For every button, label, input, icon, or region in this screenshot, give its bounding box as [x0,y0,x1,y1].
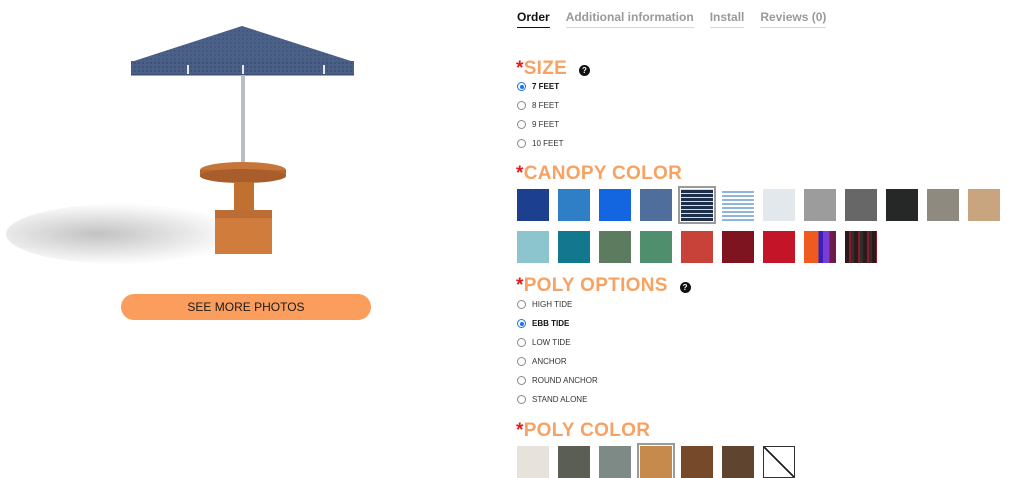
canopy-color-swatch[interactable] [927,189,959,221]
poly-color-swatch[interactable] [637,443,675,478]
help-icon[interactable]: ? [679,282,691,293]
option-label: 7 FEET [532,82,560,91]
size-option-10-feet[interactable]: 10 FEET [517,134,564,153]
canopy-color-swatch[interactable] [722,231,754,263]
option-label: 8 FEET [532,101,560,110]
canopy-color-swatch[interactable] [558,189,590,221]
canopy-color-swatch[interactable] [968,189,1000,221]
option-label: 9 FEET [532,120,560,129]
required-mark: * [516,163,524,184]
poly-color-swatch[interactable] [558,446,590,478]
poly-option-anchor[interactable]: ANCHOR [517,352,598,371]
radio-button[interactable] [517,82,526,91]
option-label: EBB TIDE [532,319,570,328]
canopy-color-swatch[interactable] [804,231,836,263]
size-option-7-feet[interactable]: 7 FEET [517,77,564,96]
radio-button[interactable] [517,395,526,404]
poly-color-swatch[interactable] [599,446,631,478]
required-mark: * [516,275,524,296]
radio-button[interactable] [517,139,526,148]
canopy-color-swatch[interactable] [599,189,631,221]
canopy-color-swatch[interactable] [640,189,672,221]
poly-option-round-anchor[interactable]: ROUND ANCHOR [517,371,598,390]
poly-color-swatch[interactable] [763,446,795,478]
poly-option-low-tide[interactable]: LOW TIDE [517,333,598,352]
canopy-color-swatch[interactable] [517,189,549,221]
poly-color-swatch[interactable] [517,446,549,478]
option-label: HIGH TIDE [532,300,573,309]
canopy-color-swatch[interactable] [517,231,549,263]
radio-button[interactable] [517,376,526,385]
canopy-color-swatch[interactable] [804,189,836,221]
option-label: ANCHOR [532,357,567,366]
canopy-color-swatch[interactable] [599,231,631,263]
option-label: LOW TIDE [532,338,571,347]
canopy-color-swatch[interactable] [558,231,590,263]
canopy-color-swatch[interactable] [681,231,713,263]
radio-button[interactable] [517,101,526,110]
tab-install[interactable]: Install [709,10,745,28]
poly-options-title: POLY OPTIONS [523,275,668,296]
tab-order[interactable]: Order [517,10,550,28]
canopy-color-swatch[interactable] [678,186,716,224]
canopy-color-heading: * CANOPY COLOR [516,163,682,185]
poly-color-title: POLY COLOR [523,420,651,441]
size-options: 7 FEET 8 FEET 9 FEET 10 FEET [517,77,564,153]
canopy-color-swatch[interactable] [640,231,672,263]
radio-button[interactable] [517,319,526,328]
umbrella-illustration [131,26,354,254]
poly-options-heading: * POLY OPTIONS ? [516,275,691,297]
radio-button[interactable] [517,300,526,309]
canopy-color-title: CANOPY COLOR [523,163,683,184]
canopy-color-swatch[interactable] [845,189,877,221]
option-label: STAND ALONE [532,395,588,404]
canopy-color-swatch[interactable] [886,189,918,221]
option-label: 10 FEET [532,139,564,148]
size-option-9-feet[interactable]: 9 FEET [517,115,564,134]
poly-options-list: HIGH TIDE EBB TIDE LOW TIDE ANCHOR ROUND… [517,295,598,409]
poly-option-ebb-tide[interactable]: EBB TIDE [517,314,598,333]
product-tabs: Order Additional information Install Rev… [517,10,827,28]
canopy-color-swatch[interactable] [763,231,795,263]
radio-button[interactable] [517,120,526,129]
radio-button[interactable] [517,338,526,347]
poly-color-heading: * POLY COLOR [516,420,650,442]
poly-option-high-tide[interactable]: HIGH TIDE [517,295,598,314]
poly-color-swatch[interactable] [722,446,754,478]
tab-reviews[interactable]: Reviews (0) [760,10,827,28]
canopy-color-swatches [517,186,1000,263]
radio-button[interactable] [517,357,526,366]
canopy-color-swatch[interactable] [722,189,754,221]
size-option-8-feet[interactable]: 8 FEET [517,96,564,115]
poly-color-swatch[interactable] [681,446,713,478]
tab-additional-information[interactable]: Additional information [565,10,694,28]
product-image [6,14,461,284]
poly-option-stand-alone[interactable]: STAND ALONE [517,390,598,409]
see-more-photos-button[interactable]: SEE MORE PHOTOS [121,294,371,320]
help-icon[interactable]: ? [579,65,591,76]
canopy-color-swatch[interactable] [763,189,795,221]
poly-color-swatches [517,443,795,478]
canopy-color-swatch[interactable] [845,231,877,263]
option-label: ROUND ANCHOR [532,376,598,385]
required-mark: * [516,420,524,441]
